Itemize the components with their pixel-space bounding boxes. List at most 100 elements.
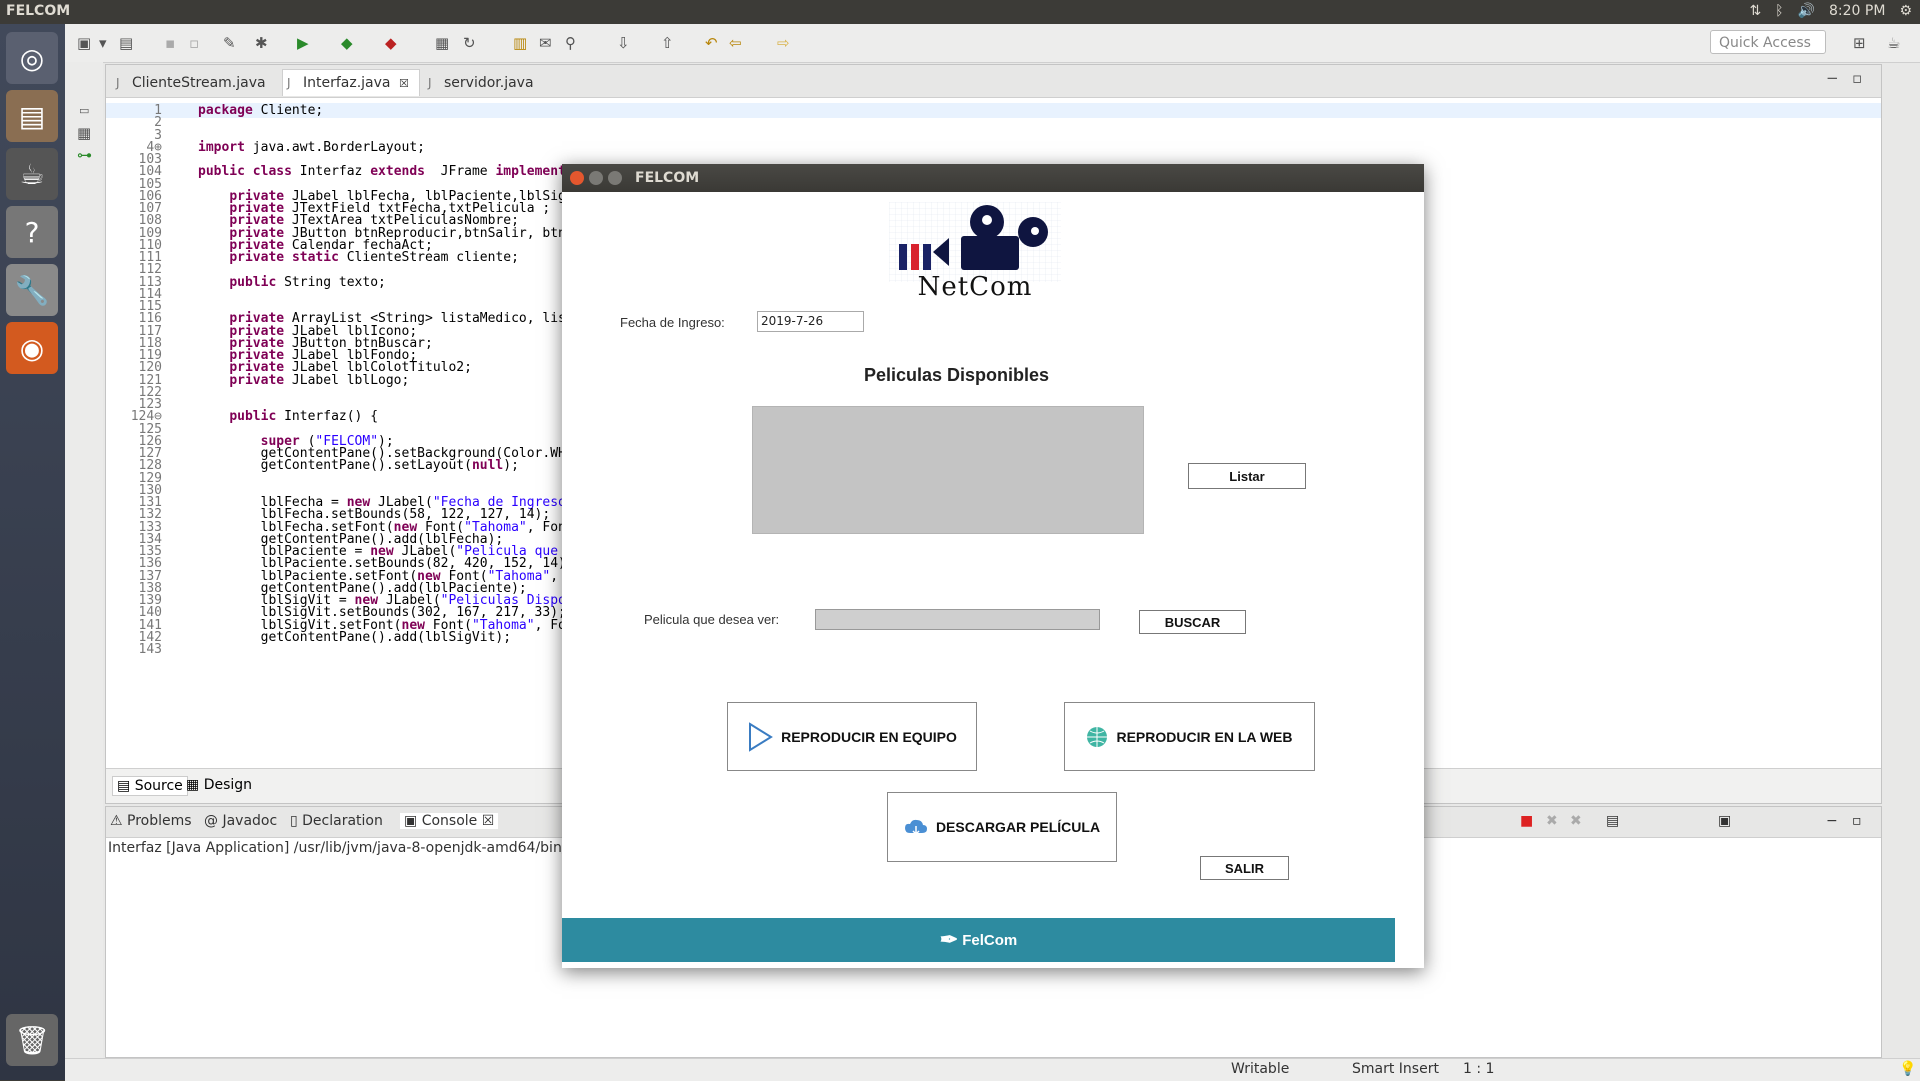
pelicula-input[interactable]: [815, 609, 1100, 630]
status-cursor-position: 1 : 1: [1463, 1061, 1495, 1077]
refresh-icon[interactable]: ↻: [463, 34, 476, 52]
next-annotation-icon[interactable]: ⇩: [617, 34, 630, 52]
trash-icon[interactable]: 🗑: [6, 1014, 58, 1066]
external-tools-icon[interactable]: ◆: [385, 34, 397, 52]
run-icon[interactable]: ▶: [297, 34, 309, 52]
java-file-icon: J: [287, 76, 291, 90]
minimize-editor-icon[interactable]: −: [1826, 69, 1839, 87]
peliculas-title: Peliculas Disponibles: [864, 365, 1050, 385]
tab-label: ClienteStream.java: [132, 75, 266, 91]
fecha-input[interactable]: 2019-7-26: [757, 311, 864, 332]
reproducir-equipo-button[interactable]: REPRODUCIR EN EQUIPO: [727, 702, 977, 771]
system-settings-icon[interactable]: 🔧: [6, 264, 58, 316]
network-icon[interactable]: ⇅: [1749, 3, 1761, 19]
console-launch-path: Interfaz [Java Application] /usr/lib/jvm…: [108, 840, 567, 856]
forward-icon[interactable]: ⇨: [777, 34, 790, 52]
felcom-dialog: FELCOM NetCom Fecha de Ingreso: 2019-7-2…: [562, 164, 1424, 968]
remove-all-icon[interactable]: ✖: [1570, 813, 1582, 829]
globe-icon: [1087, 726, 1108, 747]
volume-icon[interactable]: 🔊: [1798, 3, 1815, 19]
maximize-window-icon[interactable]: [608, 171, 622, 185]
top-panel: FELCOM ⇅ ᛒ 🔊 8:20 PM ⚙: [0, 0, 1920, 24]
salir-button[interactable]: SALIR: [1200, 856, 1289, 880]
java-perspective-icon[interactable]: ☕: [1887, 34, 1900, 52]
dialog-titlebar: FELCOM: [562, 164, 1424, 192]
prev-annotation-icon[interactable]: ⇧: [661, 34, 674, 52]
new-java-project-icon[interactable]: ▦: [435, 34, 449, 52]
quick-access-input[interactable]: Quick Access: [1710, 30, 1826, 54]
indicator-area: ⇅ ᛒ 🔊 8:20 PM ⚙: [1749, 3, 1912, 19]
minimize-window-icon[interactable]: [589, 171, 603, 185]
descargar-label: DESCARGAR PELÍCULA: [935, 819, 1101, 835]
tab-source-label: Source: [134, 778, 183, 794]
terminate-icon[interactable]: ■: [1520, 813, 1533, 829]
open-type-icon[interactable]: ▥: [513, 34, 527, 52]
pin-console-icon[interactable]: ▣: [1718, 813, 1731, 829]
tab-clientestream[interactable]: J ClienteStream.java: [112, 70, 276, 96]
last-edit-icon[interactable]: ↶: [705, 34, 718, 52]
save-all-icon[interactable]: ▫: [189, 34, 199, 52]
status-bar: Writable Smart Insert 1 : 1 💡: [65, 1058, 1920, 1081]
settings-gear-icon[interactable]: ⚙: [1899, 3, 1912, 19]
reproducir-web-button[interactable]: REPRODUCIR EN LA WEB: [1064, 702, 1315, 771]
clock[interactable]: 8:20 PM: [1829, 3, 1885, 19]
save-icon[interactable]: ▪: [165, 34, 175, 52]
tab-console-label: Console: [421, 813, 478, 829]
maximize-console-icon[interactable]: ▫: [1852, 813, 1862, 829]
main-toolbar: ▣ ▾ ▤ ▪ ▫ ✎ ✱ ▶ ◆ ◆ ▦ ↻ ▥ ✉ ⚲ ⇩ ⇧ ↶ ⇦ ⇨ …: [65, 24, 1920, 63]
open-icon[interactable]: ▤: [119, 34, 133, 52]
tab-label: Interfaz.java: [303, 75, 391, 91]
help-icon[interactable]: ?: [6, 206, 58, 258]
new-dropdown-icon[interactable]: ▾: [99, 34, 107, 52]
search-icon[interactable]: ⚲: [565, 34, 576, 52]
peliculas-list-area[interactable]: [752, 406, 1144, 534]
tab-servidor[interactable]: J servidor.java: [424, 70, 544, 96]
open-task-icon[interactable]: ✉: [539, 34, 552, 52]
tab-problems[interactable]: ⚠ Problems: [110, 813, 192, 829]
logo-text: NetCom: [917, 272, 1033, 302]
editor-tabs: J ClienteStream.java J Interfaz.java ☒ J…: [106, 65, 1881, 98]
remove-launch-icon[interactable]: ✖: [1546, 813, 1558, 829]
scroll-lock-icon[interactable]: ▤: [1606, 813, 1619, 829]
hierarchy-icon[interactable]: ⊶: [77, 146, 92, 164]
buscar-button[interactable]: BUSCAR: [1139, 610, 1246, 634]
bluetooth-icon[interactable]: ᛒ: [1775, 3, 1783, 19]
listar-button[interactable]: Listar: [1188, 463, 1306, 489]
minimize-console-icon[interactable]: −: [1826, 813, 1838, 829]
debug-icon[interactable]: ✱: [255, 34, 268, 52]
files-icon[interactable]: ▤: [6, 90, 58, 142]
tab-problems-label: Problems: [127, 813, 192, 829]
app-title: FELCOM: [6, 3, 71, 19]
tab-source[interactable]: ▤ Source: [112, 776, 188, 796]
open-perspective-icon[interactable]: ⊞: [1853, 34, 1866, 52]
feather-logo-icon: ✒: [939, 927, 959, 952]
tip-lightbulb-icon[interactable]: 💡: [1899, 1061, 1916, 1077]
tab-design-label: Design: [203, 777, 253, 793]
tab-javadoc[interactable]: @ Javadoc: [204, 813, 277, 829]
tab-console[interactable]: ▣ Console ☒: [400, 813, 499, 829]
felcom-footer-banner: ✒ FelCom: [562, 918, 1395, 962]
reproducir-equipo-label: REPRODUCIR EN EQUIPO: [781, 728, 957, 745]
netcom-logo: NetCom: [889, 202, 1061, 302]
maximize-editor-icon[interactable]: ▫: [1852, 69, 1862, 87]
tab-declaration[interactable]: ▯ Declaration: [290, 813, 383, 829]
restore-icon[interactable]: ▭: [79, 104, 89, 117]
back-icon[interactable]: ⇦: [729, 34, 742, 52]
dialog-title: FELCOM: [635, 170, 700, 186]
tab-design[interactable]: ▦ Design: [186, 777, 252, 793]
tab-interfaz[interactable]: J Interfaz.java ☒: [282, 69, 420, 96]
dash-home-icon[interactable]: ◎: [6, 32, 58, 84]
skip-breakpoints-icon[interactable]: ✎: [223, 34, 236, 52]
descargar-button[interactable]: DESCARGAR PELÍCULA: [887, 792, 1117, 862]
close-tab-icon[interactable]: ☒: [399, 77, 409, 90]
package-explorer-icon[interactable]: ▦: [77, 124, 91, 142]
firefox-icon[interactable]: ◉: [6, 322, 58, 374]
new-icon[interactable]: ▣: [77, 34, 91, 52]
coverage-icon[interactable]: ◆: [341, 34, 353, 52]
status-insert-mode: Smart Insert: [1352, 1061, 1439, 1077]
cloud-download-icon: [904, 819, 927, 836]
status-writable: Writable: [1231, 1061, 1290, 1077]
close-window-icon[interactable]: [570, 171, 584, 185]
java-file-icon: J: [428, 76, 432, 90]
java-app-icon[interactable]: ☕: [6, 148, 58, 200]
